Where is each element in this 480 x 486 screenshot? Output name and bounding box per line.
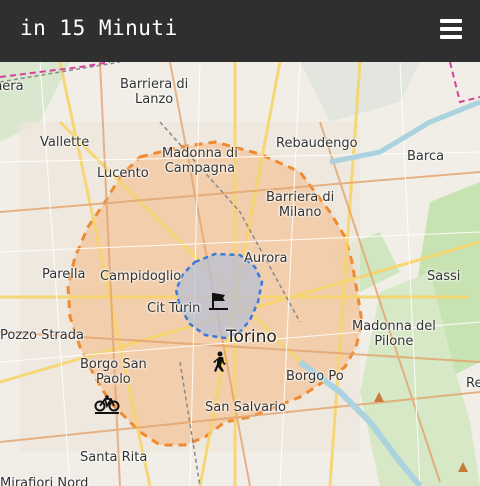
- place-label: Borgo Po: [286, 369, 344, 384]
- place-label: Lucento: [97, 166, 149, 181]
- place-label: Santa Rita: [80, 450, 148, 465]
- hamburger-menu-icon[interactable]: [440, 19, 462, 39]
- place-label: Campidoglio: [100, 269, 182, 284]
- place-label: San Salvario: [205, 400, 286, 415]
- place-label: Madonna di Campagna: [162, 146, 238, 176]
- place-label: Pozzo Strada: [0, 328, 84, 343]
- app-header: in 15 Minuti: [0, 0, 480, 62]
- place-label: Vallette: [40, 135, 90, 150]
- city-label: Torino: [226, 327, 277, 347]
- place-label: Mirafiori Nord: [0, 476, 89, 486]
- app-title: in 15 Minuti: [20, 16, 178, 40]
- place-label: nera: [0, 79, 24, 94]
- place-label: Madonna del Pilone: [352, 319, 436, 349]
- place-label: Barriera di Milano: [266, 190, 335, 220]
- place-label: Rebaudengo: [276, 136, 358, 151]
- place-label: Borgo San Paolo: [80, 357, 147, 387]
- place-label: Re: [466, 376, 480, 391]
- place-label: Aurora: [244, 251, 288, 266]
- place-label: Parella: [42, 267, 86, 282]
- place-label: Cit Turin: [147, 301, 201, 316]
- place-label: Barriera di Lanzo: [120, 77, 189, 107]
- place-label: Sassi: [427, 269, 461, 284]
- map-view[interactable]: nera Barriera di Lanzo Vallette Madonna …: [0, 62, 480, 486]
- place-label: Barca: [407, 149, 445, 164]
